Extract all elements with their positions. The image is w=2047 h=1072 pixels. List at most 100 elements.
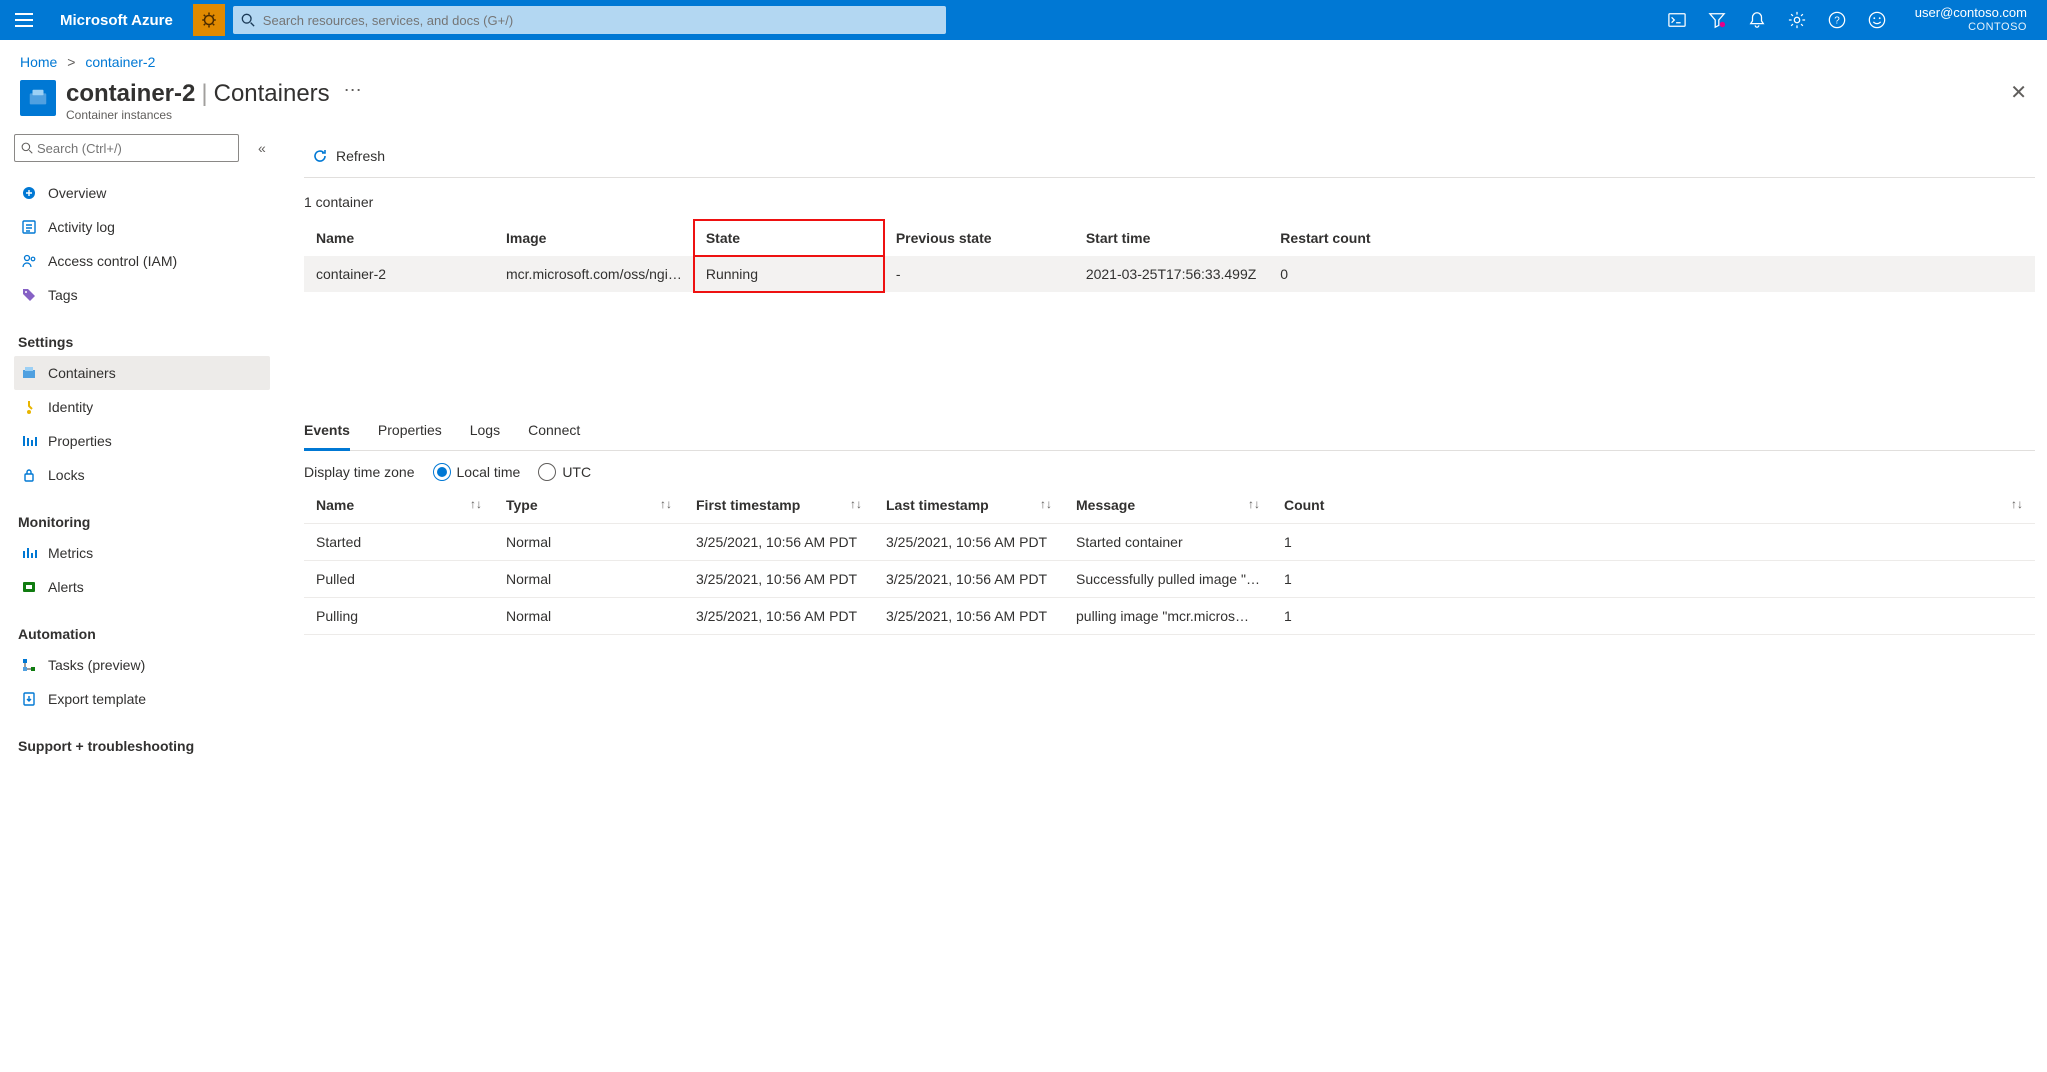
help-icon: ?	[1828, 11, 1846, 29]
sidebar-item-identity[interactable]: Identity	[14, 390, 270, 424]
search-icon	[241, 13, 255, 27]
sidebar-item-locks[interactable]: Locks	[14, 458, 270, 492]
search-icon	[21, 142, 33, 154]
sort-icon: ↑↓	[850, 497, 862, 511]
sidebar: « Overview Activity log Access control (…	[0, 134, 280, 780]
sidebar-item-export-template[interactable]: Export template	[14, 682, 270, 716]
user-account[interactable]: user@contoso.com CONTOSO	[1903, 6, 2039, 34]
col-ev-count[interactable]: Count↑↓	[1272, 487, 2035, 524]
sidebar-item-tags[interactable]: Tags	[14, 278, 270, 312]
table-row[interactable]: container-2 mcr.microsoft.com/oss/ngi… R…	[304, 256, 2035, 292]
radio-utc[interactable]: UTC	[538, 463, 591, 481]
cell-ev-name: Pulled	[304, 561, 494, 598]
events-row[interactable]: Started Normal 3/25/2021, 10:56 AM PDT 3…	[304, 524, 2035, 561]
hamburger-menu[interactable]	[8, 4, 40, 36]
collapse-sidebar-button[interactable]: «	[258, 140, 266, 156]
metrics-icon	[20, 545, 38, 561]
container-count: 1 container	[304, 178, 2035, 220]
breadcrumb-current[interactable]: container-2	[85, 54, 155, 70]
col-prev-state[interactable]: Previous state	[884, 220, 1074, 256]
radio-local-time[interactable]: Local time	[433, 463, 521, 481]
tab-connect[interactable]: Connect	[528, 412, 580, 450]
cell-ev-last: 3/25/2021, 10:56 AM PDT	[874, 561, 1064, 598]
sidebar-item-label: Locks	[48, 467, 85, 483]
col-ev-first[interactable]: First timestamp↑↓	[684, 487, 874, 524]
timezone-label: Display time zone	[304, 464, 415, 480]
events-row[interactable]: Pulled Normal 3/25/2021, 10:56 AM PDT 3/…	[304, 561, 2035, 598]
sidebar-item-overview[interactable]: Overview	[14, 176, 270, 210]
settings-button[interactable]	[1779, 0, 1815, 40]
cell-image: mcr.microsoft.com/oss/ngi…	[494, 256, 694, 292]
col-start-time[interactable]: Start time	[1074, 220, 1268, 256]
tab-properties[interactable]: Properties	[378, 412, 442, 450]
sidebar-search[interactable]	[14, 134, 239, 162]
container-instances-icon	[27, 87, 49, 109]
blade-name: Containers	[214, 80, 330, 107]
global-search[interactable]	[233, 6, 946, 34]
close-blade-button[interactable]: ✕	[2010, 80, 2027, 105]
sidebar-item-label: Properties	[48, 433, 112, 449]
tenant-name: CONTOSO	[1915, 21, 2027, 34]
radio-local-label: Local time	[457, 464, 521, 480]
main-content: Refresh 1 container Name Image State Pre…	[280, 134, 2047, 780]
global-search-input[interactable]	[263, 13, 938, 28]
smile-icon	[1868, 11, 1886, 29]
cloud-shell-button[interactable]	[1659, 0, 1695, 40]
lock-icon	[20, 467, 38, 483]
cell-name: container-2	[304, 256, 494, 292]
breadcrumb: Home > container-2	[0, 40, 2047, 76]
tab-logs[interactable]: Logs	[470, 412, 500, 450]
refresh-button[interactable]: Refresh	[304, 148, 393, 164]
sidebar-group-automation: Automation	[18, 626, 270, 642]
sort-icon: ↑↓	[470, 497, 482, 511]
cell-prev-state: -	[884, 256, 1074, 292]
sidebar-item-tasks[interactable]: Tasks (preview)	[14, 648, 270, 682]
more-actions-button[interactable]: ⋯	[344, 80, 362, 101]
col-ev-msg[interactable]: Message↑↓	[1064, 487, 1272, 524]
col-restart-count[interactable]: Restart count	[1268, 220, 2035, 256]
sidebar-item-activity-log[interactable]: Activity log	[14, 210, 270, 244]
tab-events[interactable]: Events	[304, 412, 350, 451]
sidebar-item-label: Export template	[48, 691, 146, 707]
events-table: Name↑↓ Type↑↓ First timestamp↑↓ Last tim…	[304, 487, 2035, 635]
cell-ev-type: Normal	[494, 524, 684, 561]
export-template-icon	[20, 691, 38, 707]
sidebar-item-label: Identity	[48, 399, 93, 415]
sidebar-item-properties[interactable]: Properties	[14, 424, 270, 458]
timezone-row: Display time zone Local time UTC	[304, 451, 2035, 487]
filter-icon	[1708, 11, 1726, 29]
col-state[interactable]: State	[694, 220, 884, 256]
sidebar-item-access-control[interactable]: Access control (IAM)	[14, 244, 270, 278]
radio-utc-label: UTC	[562, 464, 591, 480]
properties-icon	[20, 433, 38, 449]
sidebar-item-containers[interactable]: Containers	[14, 356, 270, 390]
directory-filter-button[interactable]	[1699, 0, 1735, 40]
bell-icon	[1748, 11, 1766, 29]
feedback-button[interactable]	[1859, 0, 1895, 40]
overview-icon	[20, 185, 38, 201]
col-name[interactable]: Name	[304, 220, 494, 256]
events-row[interactable]: Pulling Normal 3/25/2021, 10:56 AM PDT 3…	[304, 598, 2035, 635]
notifications-button[interactable]	[1739, 0, 1775, 40]
sidebar-item-label: Metrics	[48, 545, 93, 561]
hamburger-icon	[15, 13, 33, 27]
sidebar-search-input[interactable]	[37, 141, 232, 156]
col-ev-last[interactable]: Last timestamp↑↓	[874, 487, 1064, 524]
events-header-row: Name↑↓ Type↑↓ First timestamp↑↓ Last tim…	[304, 487, 2035, 524]
cell-ev-msg: Started container	[1064, 524, 1272, 561]
cell-ev-name: Started	[304, 524, 494, 561]
breadcrumb-home[interactable]: Home	[20, 54, 57, 70]
brand-label[interactable]: Microsoft Azure	[48, 12, 185, 29]
preview-badge[interactable]	[193, 4, 225, 36]
refresh-icon	[312, 148, 328, 164]
alerts-icon	[20, 579, 38, 595]
sort-icon: ↑↓	[660, 497, 672, 511]
col-image[interactable]: Image	[494, 220, 694, 256]
col-ev-type[interactable]: Type↑↓	[494, 487, 684, 524]
help-button[interactable]: ?	[1819, 0, 1855, 40]
cell-ev-name: Pulling	[304, 598, 494, 635]
sidebar-item-alerts[interactable]: Alerts	[14, 570, 270, 604]
sort-icon: ↑↓	[2011, 497, 2023, 511]
sidebar-item-metrics[interactable]: Metrics	[14, 536, 270, 570]
col-ev-name[interactable]: Name↑↓	[304, 487, 494, 524]
